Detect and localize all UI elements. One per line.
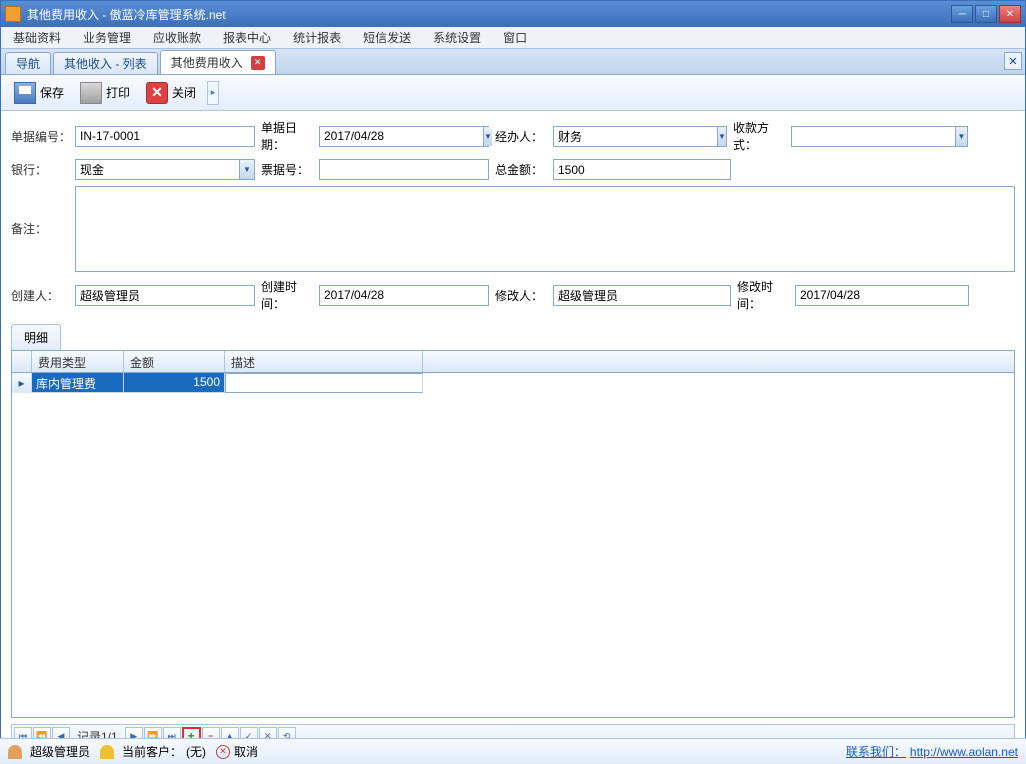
total-field[interactable] xyxy=(553,159,731,180)
doc-date-input[interactable] xyxy=(320,127,483,146)
chevron-down-icon[interactable]: ▼ xyxy=(717,127,726,146)
status-customer: 当前客户： (无) xyxy=(100,743,206,760)
doc-no-field[interactable] xyxy=(75,126,255,147)
cell-desc[interactable] xyxy=(225,373,423,393)
doc-date-field[interactable]: ▼ xyxy=(319,126,489,147)
grid-header-amount[interactable]: 金额 xyxy=(124,351,225,372)
tab-label: 其他费用收入 xyxy=(171,54,243,71)
menu-report-center[interactable]: 报表中心 xyxy=(217,27,277,48)
doc-date-label: 单据日期： xyxy=(255,119,319,153)
pay-type-label: 收款方式： xyxy=(727,119,791,153)
bank-label: 银行： xyxy=(11,161,75,178)
modify-time-field xyxy=(795,285,969,306)
save-button[interactable]: 保存 xyxy=(7,77,71,109)
detail-tab-wrap: 明细 xyxy=(11,324,1015,350)
print-icon xyxy=(80,82,102,104)
statusbar: 超级管理员 当前客户： (无) ✕ 取消 联系我们： http://www.ao… xyxy=(0,738,1026,764)
tab-label: 导航 xyxy=(16,55,40,72)
handler-input[interactable] xyxy=(554,127,717,146)
table-row[interactable]: ▸ 库内管理费 1500 xyxy=(12,373,1014,393)
chevron-down-icon[interactable]: ▼ xyxy=(955,127,967,146)
status-customer-label: 当前客户： xyxy=(122,743,182,760)
titlebar: 其他费用收入 - 傲蓝冷库管理系统.net ─ □ ✕ xyxy=(1,1,1025,27)
create-time-label: 创建时间： xyxy=(255,278,319,312)
modify-time-label: 修改时间： xyxy=(731,278,795,312)
total-label: 总金额： xyxy=(489,161,553,178)
menu-window[interactable]: 窗口 xyxy=(497,27,533,48)
tab-navigation[interactable]: 导航 xyxy=(5,52,51,74)
remark-field[interactable] xyxy=(75,186,1015,272)
bank-input[interactable] xyxy=(76,160,239,179)
remark-label: 备注： xyxy=(11,186,75,237)
document-tabstrip: 导航 其他收入 - 列表 其他费用收入 ✕ ✕ xyxy=(1,49,1025,75)
window-title: 其他费用收入 - 傲蓝冷库管理系统.net xyxy=(27,6,949,23)
cell-amount[interactable]: 1500 xyxy=(124,373,225,393)
toolbar-label: 关闭 xyxy=(172,84,196,101)
status-customer-value: (无) xyxy=(186,743,206,760)
tab-label: 其他收入 - 列表 xyxy=(64,55,147,72)
doc-no-label: 单据编号： xyxy=(11,128,75,145)
menu-basic-data[interactable]: 基础资料 xyxy=(7,27,67,48)
ticket-no-field[interactable] xyxy=(319,159,489,180)
close-button[interactable]: ✕ 关闭 xyxy=(139,77,203,109)
tab-other-expense-income[interactable]: 其他费用收入 ✕ xyxy=(160,50,276,74)
grid-header-type[interactable]: 费用类型 xyxy=(32,351,124,372)
menu-sms[interactable]: 短信发送 xyxy=(357,27,417,48)
contact-link[interactable]: http://www.aolan.net xyxy=(910,745,1018,759)
pay-type-field[interactable]: ▼ xyxy=(791,126,968,147)
status-user-name: 超级管理员 xyxy=(30,743,90,760)
menu-settings[interactable]: 系统设置 xyxy=(427,27,487,48)
contact-label: 联系我们： xyxy=(846,743,906,760)
menubar: 基础资料 业务管理 应收账款 报表中心 统计报表 短信发送 系统设置 窗口 xyxy=(1,27,1025,49)
menu-stat-report[interactable]: 统计报表 xyxy=(287,27,347,48)
status-cancel-label: 取消 xyxy=(234,743,258,760)
print-button[interactable]: 打印 xyxy=(73,77,137,109)
person-icon xyxy=(8,745,22,759)
grid-header-indicator xyxy=(12,351,32,372)
menu-receivable[interactable]: 应收账款 xyxy=(147,27,207,48)
toolbar-chevron[interactable]: ▸ xyxy=(207,81,219,105)
creator-label: 创建人： xyxy=(11,287,75,304)
handler-label: 经办人： xyxy=(489,128,553,145)
chevron-down-icon[interactable]: ▼ xyxy=(239,160,254,179)
form-area: 单据编号： 单据日期： ▼ 经办人： ▼ 收款方式： ▼ 银行： ▼ xyxy=(1,111,1025,322)
pay-type-input[interactable] xyxy=(792,127,955,146)
cell-fee-type[interactable]: 库内管理费 xyxy=(32,373,124,393)
modifier-label: 修改人： xyxy=(489,287,553,304)
menu-business[interactable]: 业务管理 xyxy=(77,27,137,48)
status-user: 超级管理员 xyxy=(8,743,90,760)
status-cancel[interactable]: ✕ 取消 xyxy=(216,743,258,760)
app-icon xyxy=(5,6,21,22)
detail-grid: 费用类型 金额 描述 ▸ 库内管理费 1500 xyxy=(11,350,1015,718)
toolbar-label: 保存 xyxy=(40,84,64,101)
close-window-button[interactable]: ✕ xyxy=(999,5,1021,23)
status-contact: 联系我们： http://www.aolan.net xyxy=(846,743,1018,760)
row-indicator-icon: ▸ xyxy=(12,373,32,393)
toolbar-label: 打印 xyxy=(106,84,130,101)
creator-field xyxy=(75,285,255,306)
tab-other-income-list[interactable]: 其他收入 - 列表 xyxy=(53,52,158,74)
ticket-no-label: 票据号： xyxy=(255,161,319,178)
bank-field[interactable]: ▼ xyxy=(75,159,255,180)
cancel-icon: ✕ xyxy=(216,745,230,759)
tab-close-icon[interactable]: ✕ xyxy=(251,56,265,70)
minimize-button[interactable]: ─ xyxy=(951,5,973,23)
create-time-field xyxy=(319,285,489,306)
grid-header: 费用类型 金额 描述 xyxy=(12,351,1014,373)
customer-icon xyxy=(100,745,114,759)
detail-tab[interactable]: 明细 xyxy=(11,324,61,350)
save-icon xyxy=(14,82,36,104)
close-icon: ✕ xyxy=(146,82,168,104)
grid-header-desc[interactable]: 描述 xyxy=(225,351,423,372)
tabstrip-close-button[interactable]: ✕ xyxy=(1004,52,1022,70)
maximize-button[interactable]: □ xyxy=(975,5,997,23)
toolbar: 保存 打印 ✕ 关闭 ▸ xyxy=(1,75,1025,111)
modifier-field xyxy=(553,285,731,306)
handler-field[interactable]: ▼ xyxy=(553,126,727,147)
